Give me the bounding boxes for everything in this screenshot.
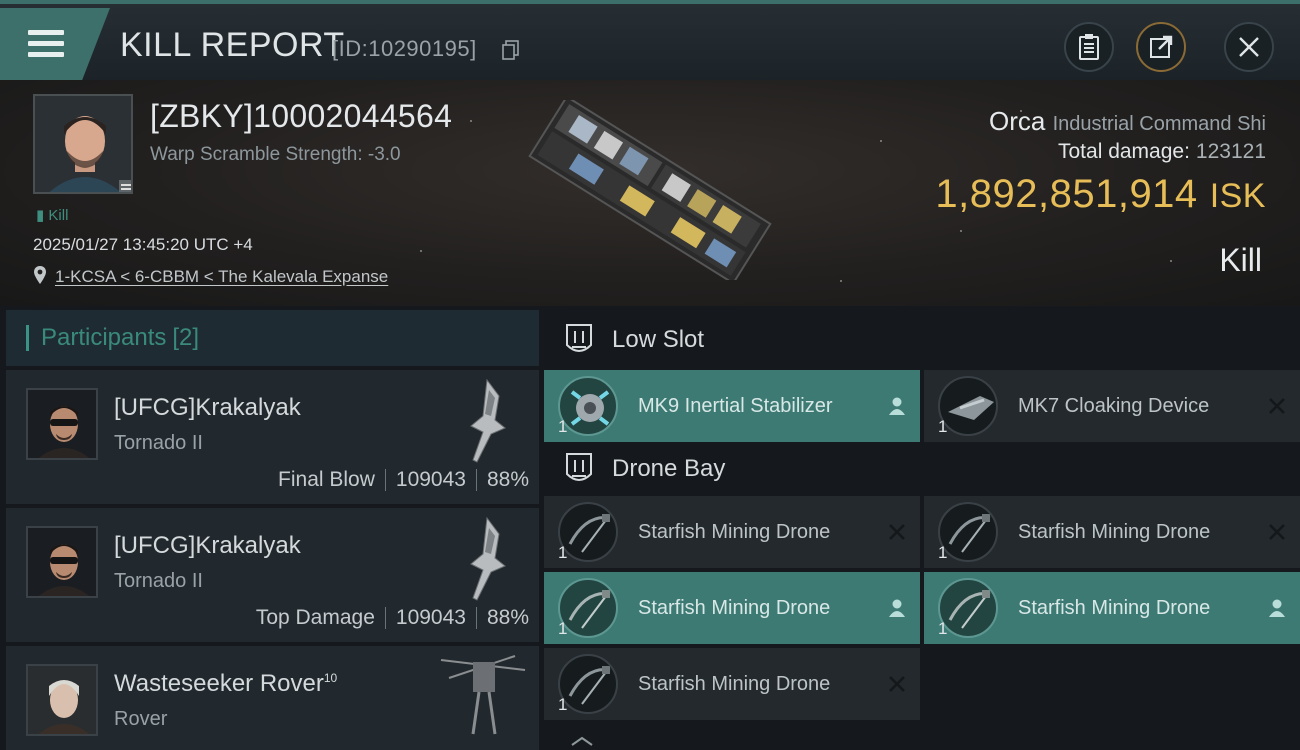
ship-name[interactable]: Orca Industrial Command Shi [989,106,1266,137]
drone-bay-grid: 1 Starfish Mining Drone 1 Starfish Minin… [544,496,1300,720]
victim-avatar [35,96,131,192]
section-drone-bay: Drone Bay [544,442,1300,496]
report-id: [ID:10290195] [332,36,477,61]
location-text[interactable]: 1-KCSA < 6-CBBM < The Kalevala Expanse [55,267,388,286]
participant-level: 10 [323,671,338,685]
item-quantity: 1 [938,417,948,436]
participant-name: [UFCG]Krakalyak [114,394,301,421]
participant-ship: Tornado II [114,570,203,592]
dropped-person-icon [1269,599,1285,617]
items-panel: Low Slot 1 MK9 Inertial Stabilizer 1 MK7… [544,310,1300,750]
item-name: Starfish Mining Drone [638,597,831,619]
participants-panel: Participants [2] [UFCG]Krakalyak Tornado… [6,310,539,750]
menu-button[interactable] [0,8,110,82]
item-quantity: 1 [558,695,568,714]
title-bar: KILL REPORT [ID:10290195] [0,0,1300,82]
low-slot-icon [566,324,592,352]
dropped-person-icon [889,599,905,617]
warp-scramble-strength: Warp Scramble Strength: -3.0 [150,144,401,165]
share-button[interactable] [1136,22,1186,72]
item-quantity: 1 [938,543,948,562]
item-card[interactable]: 1 Starfish Mining Drone [544,496,920,568]
ship-image [528,100,772,280]
participant-avatar [26,526,98,598]
item-name: MK9 Inertial Stabilizer [638,395,833,417]
isk-value: 1,892,851,914 ISK [935,172,1266,216]
location-pin-icon [34,266,46,284]
participant-avatar [26,388,98,460]
copy-icon[interactable] [502,40,520,60]
section-low-slot: Low Slot [544,310,1300,370]
item-quantity: 1 [938,619,948,638]
victim-portrait[interactable] [33,94,133,194]
participant-stats: Final Blow 109043 88% [278,468,529,492]
close-button[interactable] [1224,22,1274,72]
victim-summary: [ZBKY]10002044564 Warp Scramble Strength… [0,80,1300,306]
participant-row[interactable]: Wasteseeker Rover10 Rover [6,646,539,750]
result-label: Kill [1219,242,1262,278]
kill-timestamp: 2025/01/27 13:45:20 UTC +4 [33,235,253,254]
participant-ship-icon [440,655,526,735]
destroyed-x-icon [1269,398,1285,414]
item-card[interactable]: 1 MK9 Inertial Stabilizer [544,370,920,442]
item-card[interactable]: 1 Starfish Mining Drone [924,496,1300,568]
kill-tag: ▮ Kill [36,207,69,224]
participant-ship-icon [470,378,506,463]
item-quantity: 1 [558,417,568,436]
chevron-up-icon[interactable] [570,736,594,746]
location-link[interactable]: 1-KCSA < 6-CBBM < The Kalevala Expanse [33,266,388,287]
participant-name: Wasteseeker Rover10 [114,670,338,697]
share-icon [1150,35,1173,58]
participant-row[interactable]: [UFCG]Krakalyak Tornado II Final Blow 109… [6,370,539,504]
participant-row[interactable]: [UFCG]Krakalyak Tornado II Top Damage 109… [6,508,539,642]
participant-stats: Top Damage 109043 88% [255,606,529,630]
clipboard-button[interactable] [1064,22,1114,72]
participants-header: Participants [2] [6,310,539,366]
participant-ship-icon [470,516,506,601]
low-slot-grid: 1 MK9 Inertial Stabilizer 1 MK7 Cloaking… [544,370,1300,442]
item-quantity: 1 [558,543,568,562]
victim-name[interactable]: [ZBKY]10002044564 [150,98,452,135]
dropped-person-icon [889,397,905,415]
destroyed-x-icon [1269,524,1285,540]
item-name: Starfish Mining Drone [1018,521,1211,543]
item-quantity: 1 [558,619,568,638]
close-icon [1239,37,1259,57]
clipboard-icon [1079,34,1099,60]
destroyed-x-icon [889,524,905,540]
destroyed-x-icon [889,676,905,692]
item-card[interactable]: 1 Starfish Mining Drone [924,572,1300,644]
menu-icon [28,30,64,58]
item-name: Starfish Mining Drone [638,521,831,543]
total-damage: Total damage: 123121 [1058,140,1266,163]
item-card[interactable]: 1 Starfish Mining Drone [544,648,920,720]
participant-ship: Tornado II [114,432,203,454]
drone-bay-icon [566,453,592,481]
participant-avatar [26,664,98,736]
item-name: MK7 Cloaking Device [1018,395,1210,417]
item-card[interactable]: 1 MK7 Cloaking Device [924,370,1300,442]
participant-name: [UFCG]Krakalyak [114,532,301,559]
page-title: KILL REPORT [120,26,345,64]
item-name: Starfish Mining Drone [1018,597,1211,619]
ship-class: Industrial Command Shi [1052,113,1266,135]
item-card[interactable]: 1 Starfish Mining Drone [544,572,920,644]
item-name: Starfish Mining Drone [638,673,831,695]
participant-ship: Rover [114,708,168,730]
